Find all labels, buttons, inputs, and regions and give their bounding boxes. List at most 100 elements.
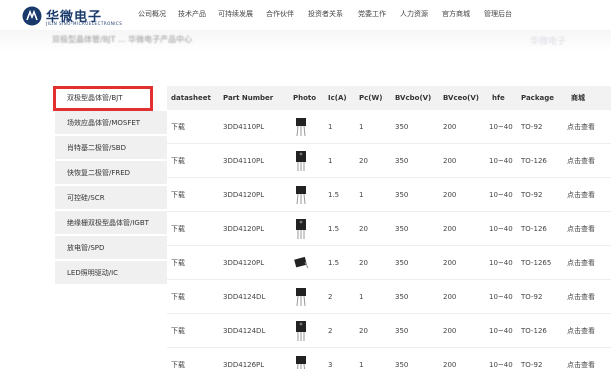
highlight-annotation bbox=[53, 86, 153, 111]
product-photo-icon[interactable] bbox=[293, 354, 309, 369]
nav-item-admin[interactable]: 管理后台 bbox=[484, 9, 512, 19]
product-photo-icon[interactable] bbox=[293, 150, 309, 172]
product-photo-icon[interactable] bbox=[293, 184, 309, 206]
cell-ic: 1 bbox=[328, 123, 333, 131]
table-row: 下载 3DD4124DL 2 20 350 200 10~40 TO-126 点击查看 bbox=[167, 314, 611, 348]
product-photo-icon[interactable] bbox=[293, 218, 309, 240]
cell-bvceo: 200 bbox=[443, 293, 457, 301]
col-shop: 商城 bbox=[571, 94, 585, 102]
cell-bvcbo: 350 bbox=[395, 293, 409, 301]
col-datasheet: datasheet bbox=[171, 94, 211, 102]
cell-datasheet[interactable]: 下载 bbox=[171, 110, 185, 144]
cell-ic: 1.5 bbox=[328, 225, 340, 233]
nav-item-hr[interactable]: 人力资源 bbox=[400, 9, 428, 19]
sidebar-item-mosfet[interactable]: 场效应晶体管/MOSFET bbox=[55, 111, 167, 135]
cell-hfe: 10~40 bbox=[489, 225, 513, 233]
cell-ic: 3 bbox=[328, 361, 333, 369]
sidebar-item-spd[interactable]: 放电管/SPD bbox=[55, 236, 167, 260]
cell-bvcbo: 350 bbox=[395, 327, 409, 335]
cell-datasheet[interactable]: 下载 bbox=[171, 314, 185, 348]
sidebar-item-label: 快恢复二极管/FRED bbox=[67, 169, 131, 177]
nav-item-party[interactable]: 党委工作 bbox=[358, 9, 386, 19]
cell-shop-link[interactable]: 点击查看 bbox=[567, 280, 595, 314]
logo-mark-icon bbox=[22, 6, 42, 26]
cell-hfe: 10~40 bbox=[489, 191, 513, 199]
cell-part-number: 3DD4120PL bbox=[223, 191, 265, 199]
logo[interactable]: 华微电子 JILIN SINO-MICROELECTRONICS bbox=[22, 6, 142, 28]
nav-item-investors[interactable]: 投资者关系 bbox=[308, 9, 343, 19]
cell-bvceo: 200 bbox=[443, 225, 457, 233]
banner-text: 双极型晶体管/BJT ... 华微电子产品中心 bbox=[52, 35, 193, 44]
sidebar-item-fred[interactable]: 快恢复二极管/FRED bbox=[55, 161, 167, 185]
cell-hfe: 10~40 bbox=[489, 361, 513, 369]
brand-subtitle: JILIN SINO-MICROELECTRONICS bbox=[46, 21, 123, 26]
table-header: datasheet Part Number Photo Ic(A) Pc(W) … bbox=[167, 86, 611, 110]
cell-package: TO-92 bbox=[521, 123, 543, 131]
product-photo-icon[interactable] bbox=[293, 286, 309, 308]
nav-item-partners[interactable]: 合作伙伴 bbox=[266, 9, 294, 19]
sidebar-item-label: 肖特基二极管/SBD bbox=[67, 144, 126, 152]
cell-hfe: 10~40 bbox=[489, 259, 513, 267]
cell-bvcbo: 350 bbox=[395, 123, 409, 131]
cell-part-number: 3DD4110PL bbox=[223, 123, 265, 131]
cell-ic: 1.5 bbox=[328, 191, 340, 199]
nav-item-shop[interactable]: 官方商城 bbox=[442, 9, 470, 19]
cell-datasheet[interactable]: 下载 bbox=[171, 178, 185, 212]
cell-shop-link[interactable]: 点击查看 bbox=[567, 246, 595, 280]
cell-datasheet[interactable]: 下载 bbox=[171, 246, 185, 280]
cell-hfe: 10~40 bbox=[489, 123, 513, 131]
table-row: 下载 3DD4120PL 1.5 20 350 200 10~40 TO-126 点击查看 bbox=[167, 212, 611, 246]
col-photo: Photo bbox=[293, 94, 317, 102]
cell-hfe: 10~40 bbox=[489, 293, 513, 301]
cell-bvcbo: 350 bbox=[395, 259, 409, 267]
cell-bvcbo: 350 bbox=[395, 157, 409, 165]
sidebar-item-label: LED照明驱动/IC bbox=[67, 269, 119, 277]
nav-item-products[interactable]: 技术产品 bbox=[178, 9, 206, 19]
cell-package: TO-92 bbox=[521, 293, 543, 301]
cell-pc: 1 bbox=[359, 361, 364, 369]
sidebar-item-led[interactable]: LED照明驱动/IC bbox=[55, 261, 167, 285]
col-bvcbo: BVcbo(V) bbox=[395, 94, 432, 102]
product-photo-icon[interactable] bbox=[293, 116, 309, 138]
cell-bvceo: 200 bbox=[443, 259, 457, 267]
nav-item-sustainability[interactable]: 可持续发展 bbox=[218, 9, 253, 19]
cell-pc: 20 bbox=[359, 327, 368, 335]
cell-bvceo: 200 bbox=[443, 157, 457, 165]
cell-pc: 20 bbox=[359, 259, 368, 267]
table-row: 下载 3DD4124DL 2 1 350 200 10~40 TO-92 点击查看 bbox=[167, 280, 611, 314]
nav-item-company[interactable]: 公司概况 bbox=[138, 9, 166, 19]
cell-bvceo: 200 bbox=[443, 361, 457, 369]
col-bvceo: BVceo(V) bbox=[443, 94, 479, 102]
cell-datasheet[interactable]: 下载 bbox=[171, 280, 185, 314]
cell-package: TO-126 bbox=[521, 327, 547, 335]
cell-pc: 20 bbox=[359, 157, 368, 165]
sidebar-item-sbd[interactable]: 肖特基二极管/SBD bbox=[55, 136, 167, 160]
sidebar-item-igbt[interactable]: 绝缘栅双极型晶体管/IGBT bbox=[55, 211, 167, 235]
product-photo-icon[interactable] bbox=[293, 252, 309, 274]
cell-shop-link[interactable]: 点击查看 bbox=[567, 348, 595, 369]
cell-part-number: 3DD4120PL bbox=[223, 225, 265, 233]
cell-pc: 1 bbox=[359, 123, 364, 131]
col-part-number: Part Number bbox=[223, 94, 274, 102]
cell-pc: 20 bbox=[359, 225, 368, 233]
col-package: Package bbox=[521, 94, 554, 102]
table-row: 下载 3DD4110PL 1 1 350 200 10~40 TO-92 点击查看 bbox=[167, 110, 611, 144]
cell-shop-link[interactable]: 点击查看 bbox=[567, 178, 595, 212]
cell-shop-link[interactable]: 点击查看 bbox=[567, 144, 595, 178]
cell-datasheet[interactable]: 下载 bbox=[171, 212, 185, 246]
product-photo-icon[interactable] bbox=[293, 320, 309, 342]
cell-part-number: 3DD4120PL bbox=[223, 259, 265, 267]
cell-pc: 1 bbox=[359, 293, 364, 301]
sidebar-item-label: 放电管/SPD bbox=[67, 244, 105, 252]
cell-shop-link[interactable]: 点击查看 bbox=[567, 110, 595, 144]
cell-package: TO-126 bbox=[521, 157, 547, 165]
sidebar-item-scr[interactable]: 可控硅/SCR bbox=[55, 186, 167, 210]
table-row: 下载 3DD4110PL 1 20 350 200 10~40 TO-126 点击查看 bbox=[167, 144, 611, 178]
col-pc: Pc(W) bbox=[359, 94, 383, 102]
cell-part-number: 3DD4126PL bbox=[223, 361, 265, 369]
cell-datasheet[interactable]: 下载 bbox=[171, 348, 185, 369]
cell-shop-link[interactable]: 点击查看 bbox=[567, 212, 595, 246]
cell-package: TO-1265 bbox=[521, 259, 552, 267]
cell-datasheet[interactable]: 下载 bbox=[171, 144, 185, 178]
cell-shop-link[interactable]: 点击查看 bbox=[567, 314, 595, 348]
